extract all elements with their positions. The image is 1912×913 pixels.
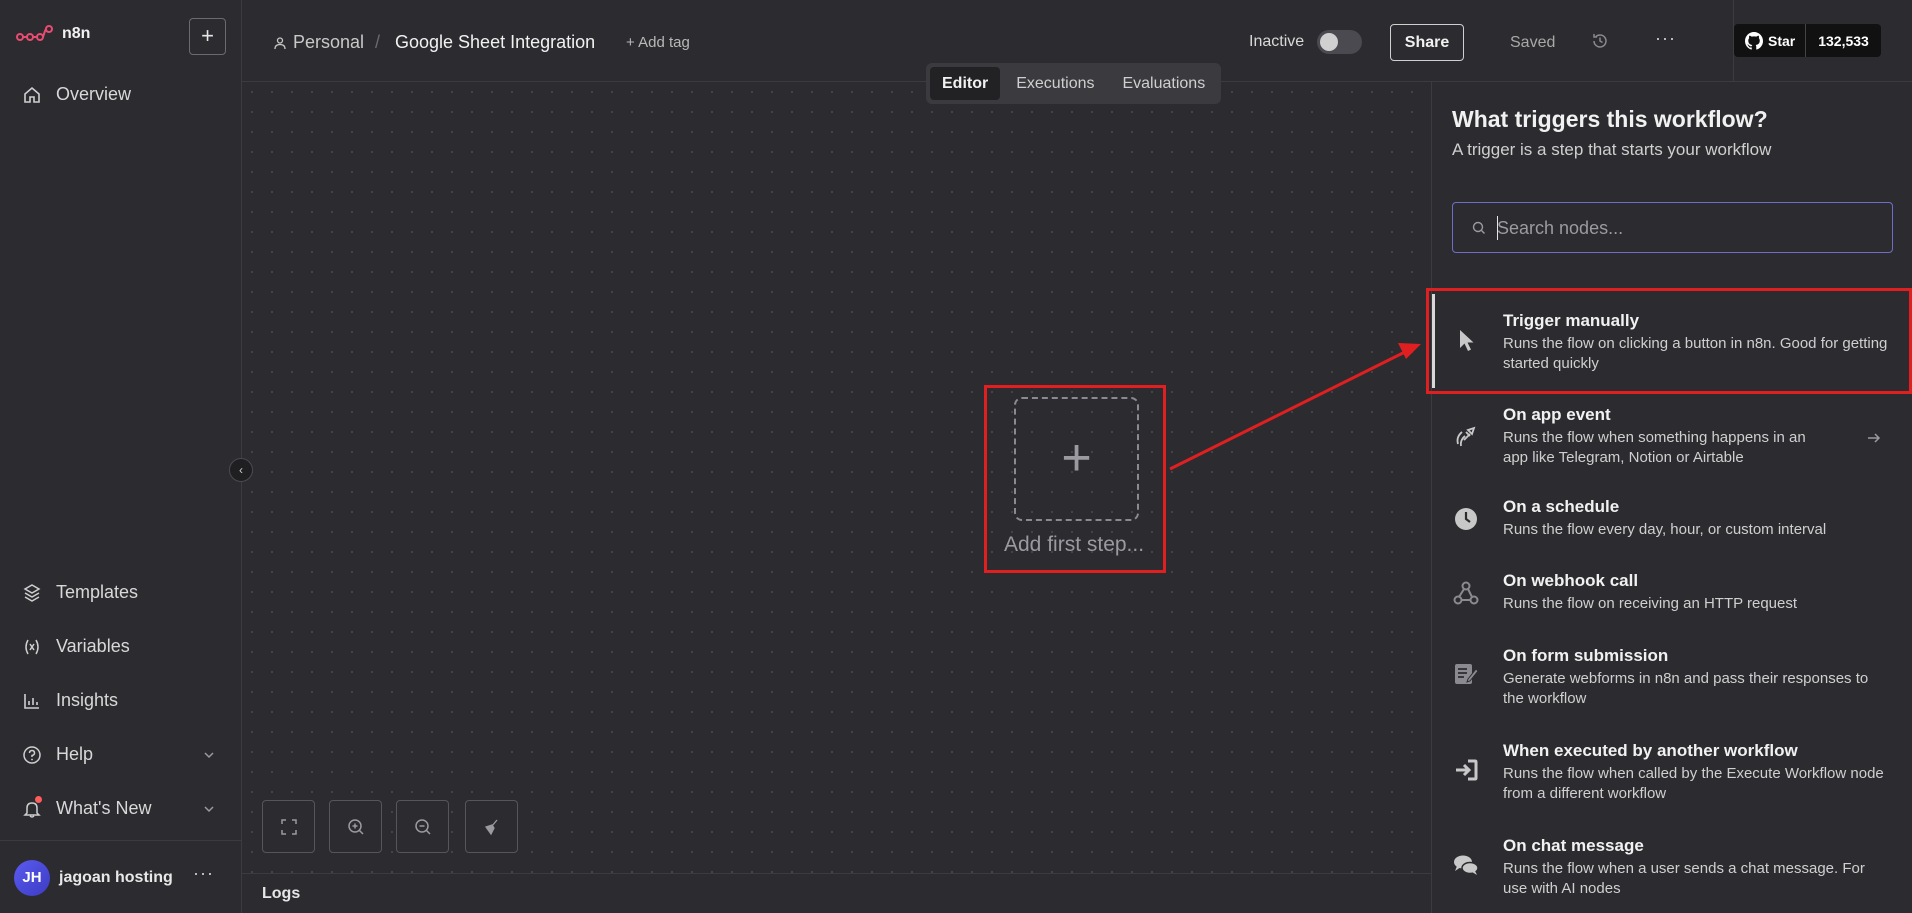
trigger-description: Runs the flow when called by the Execute… bbox=[1503, 765, 1884, 802]
zoom-in-button[interactable] bbox=[329, 800, 382, 853]
logo-text: n8n bbox=[62, 25, 91, 42]
trigger-description: Generate webforms in n8n and pass their … bbox=[1503, 670, 1869, 707]
trigger-title: On webhook call bbox=[1503, 571, 1639, 590]
logs-panel-bar[interactable]: Logs bbox=[242, 873, 1431, 913]
new-button[interactable]: + bbox=[189, 18, 226, 55]
fit-view-icon bbox=[280, 818, 297, 835]
panel-title: What triggers this workflow? bbox=[1452, 106, 1768, 132]
share-button[interactable]: Share bbox=[1390, 24, 1464, 61]
sidebar-item-label: Help bbox=[56, 744, 94, 764]
history-icon[interactable] bbox=[1591, 32, 1609, 50]
trigger-title: On app event bbox=[1503, 405, 1611, 424]
github-star-label: Star bbox=[1768, 32, 1796, 49]
help-icon bbox=[23, 745, 41, 764]
github-icon bbox=[1745, 31, 1763, 50]
user-icon bbox=[274, 36, 286, 49]
trigger-item-schedule[interactable]: On a schedule Runs the flow every day, h… bbox=[1432, 483, 1912, 557]
sidebar-item-label: Variables bbox=[56, 636, 130, 656]
github-star-count: 132,533 bbox=[1818, 32, 1869, 49]
add-first-step-label: Add first step... bbox=[1004, 533, 1145, 556]
more-options-button[interactable]: ··· bbox=[1655, 28, 1676, 49]
trigger-title: On chat message bbox=[1503, 836, 1644, 855]
add-first-step-button[interactable]: + bbox=[1014, 397, 1139, 521]
clock-icon bbox=[1455, 508, 1477, 530]
user-more-button[interactable]: ··· bbox=[193, 863, 214, 884]
sidebar-item-label: What's New bbox=[56, 798, 152, 818]
notification-dot bbox=[35, 796, 42, 803]
sidebar-item-insights[interactable]: Insights bbox=[22, 690, 222, 711]
trigger-description: Runs the flow when a user sends a chat m… bbox=[1503, 860, 1865, 897]
sidebar-item-templates[interactable]: Templates bbox=[22, 582, 222, 603]
sidebar-item-variables[interactable]: Variables bbox=[22, 636, 222, 657]
sidebar-item-overview[interactable]: Overview bbox=[22, 84, 222, 105]
trigger-title: On form submission bbox=[1503, 646, 1669, 665]
sign-in-icon bbox=[1456, 759, 1478, 781]
workflow-title[interactable]: Google Sheet Integration bbox=[395, 32, 595, 53]
zoom-out-icon bbox=[414, 818, 431, 835]
tidy-up-button[interactable] bbox=[465, 800, 518, 853]
n8n-logo-icon bbox=[16, 25, 53, 41]
trigger-title: On a schedule bbox=[1503, 497, 1620, 516]
workflow-canvas[interactable] bbox=[242, 82, 1431, 873]
avatar[interactable]: JH bbox=[14, 860, 50, 896]
trigger-item-subworkflow[interactable]: When executed by another workflow Runs t… bbox=[1432, 726, 1912, 821]
annotation-highlight-trigger bbox=[1426, 288, 1912, 394]
text-caret bbox=[1497, 216, 1498, 240]
trigger-title: When executed by another workflow bbox=[1503, 741, 1798, 760]
n8n-logo[interactable]: n8n bbox=[16, 24, 90, 44]
zoom-out-button[interactable] bbox=[396, 800, 449, 853]
view-tabs: Editor Executions Evaluations bbox=[926, 63, 1222, 104]
active-status-label: Inactive bbox=[1249, 33, 1305, 50]
sidebar: n8n + Overview Templates Variables Insig… bbox=[0, 0, 242, 913]
chevron-down-icon bbox=[204, 752, 214, 759]
search-icon bbox=[1472, 221, 1485, 234]
trigger-description: Runs the flow when something happens in … bbox=[1503, 429, 1806, 466]
broom-icon bbox=[484, 819, 497, 835]
saved-status: Saved bbox=[1510, 34, 1556, 51]
search-input[interactable] bbox=[1497, 215, 1877, 241]
trigger-description: Runs the flow every day, hour, or custom… bbox=[1503, 521, 1827, 538]
active-toggle[interactable] bbox=[1317, 30, 1362, 54]
trigger-item-webhook[interactable]: On webhook call Runs the flow on receivi… bbox=[1432, 557, 1912, 631]
sidebar-collapse-button[interactable]: ‹ bbox=[229, 458, 253, 482]
fit-view-button[interactable] bbox=[262, 800, 315, 853]
chat-icon bbox=[1454, 855, 1479, 875]
breadcrumb-project-label: Personal bbox=[293, 32, 365, 52]
zoom-in-icon bbox=[347, 818, 364, 835]
sidebar-item-help[interactable]: Help bbox=[22, 744, 222, 765]
trigger-item-form[interactable]: On form submission Generate webforms in … bbox=[1432, 631, 1912, 726]
github-star-left: Star bbox=[1734, 24, 1807, 57]
chevron-down-icon bbox=[204, 806, 214, 813]
user-name: jagoan hosting bbox=[59, 869, 173, 886]
logs-label: Logs bbox=[262, 885, 301, 902]
arrow-right-icon bbox=[1868, 433, 1881, 443]
breadcrumb-separator: / bbox=[375, 32, 381, 52]
trigger-item-app-event[interactable]: On app event Runs the flow when somethin… bbox=[1432, 388, 1912, 483]
insights-icon bbox=[24, 693, 39, 709]
templates-icon bbox=[23, 583, 41, 602]
github-star-button[interactable]: Star 132,533 bbox=[1734, 24, 1881, 57]
sidebar-item-label: Templates bbox=[56, 582, 139, 602]
search-box[interactable] bbox=[1452, 202, 1893, 253]
trigger-item-chat[interactable]: On chat message Runs the flow when a use… bbox=[1432, 821, 1912, 913]
home-icon bbox=[24, 86, 40, 103]
sidebar-item-label: Insights bbox=[56, 690, 119, 710]
breadcrumb-project[interactable]: Personal bbox=[273, 32, 364, 53]
satellite-icon bbox=[1456, 426, 1476, 447]
add-tag-button[interactable]: + Add tag bbox=[626, 34, 690, 51]
sidebar-item-whats-new[interactable]: What's New bbox=[22, 796, 222, 819]
trigger-description: Runs the flow on receiving an HTTP reque… bbox=[1503, 595, 1798, 612]
form-icon bbox=[1455, 664, 1479, 684]
tab-executions[interactable]: Executions bbox=[1004, 67, 1106, 100]
node-creator-panel: What triggers this workflow? A trigger i… bbox=[1431, 82, 1912, 913]
user-menu[interactable]: JH jagoan hosting ··· bbox=[0, 840, 242, 913]
panel-subtitle: A trigger is a step that starts your wor… bbox=[1452, 140, 1772, 159]
webhook-icon bbox=[1453, 581, 1479, 605]
tab-editor[interactable]: Editor bbox=[930, 67, 1001, 100]
sidebar-item-label: Overview bbox=[56, 84, 132, 104]
variables-icon bbox=[25, 639, 39, 654]
tab-evaluations[interactable]: Evaluations bbox=[1110, 67, 1217, 100]
